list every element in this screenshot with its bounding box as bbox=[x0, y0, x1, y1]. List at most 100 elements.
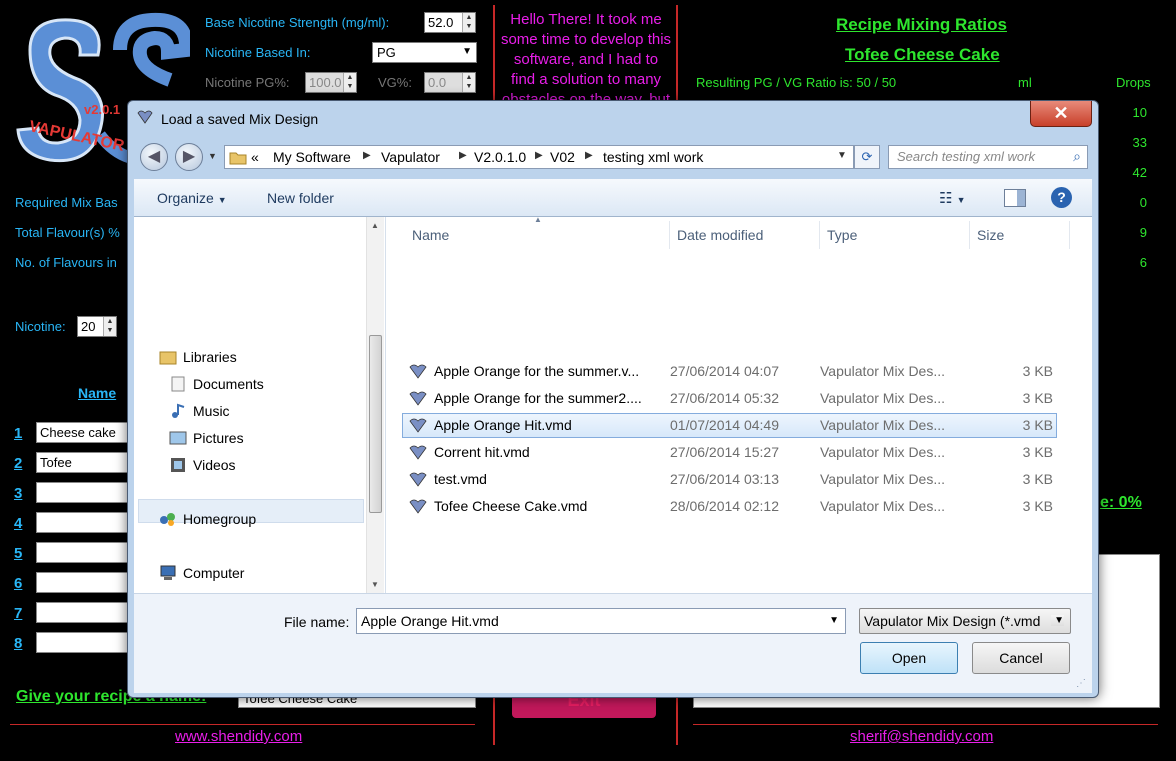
flavour-name-input[interactable]: Tofee bbox=[36, 452, 132, 473]
file-row[interactable]: test.vmd 27/06/2014 03:13 Vapulator Mix … bbox=[402, 467, 1057, 492]
chevron-down-icon[interactable]: ▼ bbox=[829, 615, 839, 626]
flavour-name-input[interactable] bbox=[36, 572, 132, 593]
flavour-name-input[interactable] bbox=[36, 542, 132, 563]
cancel-button[interactable]: Cancel bbox=[972, 642, 1070, 674]
column-header-size[interactable]: Size bbox=[977, 227, 1004, 243]
chevron-right-icon[interactable]: ▶ bbox=[585, 150, 593, 161]
organize-button[interactable]: Organize ▼ bbox=[157, 190, 227, 206]
flavour-name-input[interactable]: Cheese cake bbox=[36, 422, 132, 443]
scroll-up-icon[interactable]: ▲ bbox=[371, 221, 379, 230]
nicotine-based-select[interactable]: PG ▼ bbox=[372, 42, 477, 63]
folder-icon bbox=[229, 152, 247, 165]
chevron-down-icon: ▼ bbox=[1051, 615, 1064, 626]
preview-pane-icon[interactable] bbox=[1004, 189, 1026, 207]
view-options-icon[interactable]: ☷ ▼ bbox=[939, 189, 966, 207]
nicotine-based-label: Nicotine Based In: bbox=[205, 45, 311, 60]
nav-item-libraries[interactable]: Libraries bbox=[159, 349, 237, 365]
column-divider[interactable] bbox=[669, 221, 670, 249]
stepper-arrows-icon[interactable]: ▲ ▼ bbox=[343, 73, 356, 92]
file-size: 3 KB bbox=[1022, 498, 1053, 514]
nav-item-pictures[interactable]: Pictures bbox=[169, 430, 244, 446]
drops-value: 33 bbox=[1132, 135, 1147, 150]
breadcrumb-item[interactable]: Vapulator bbox=[381, 149, 440, 165]
breadcrumb-item[interactable]: testing xml work bbox=[603, 149, 703, 165]
stepper-arrows-icon[interactable]: ▲ ▼ bbox=[103, 317, 116, 336]
refresh-icon[interactable]: ⟳ bbox=[854, 145, 880, 169]
close-button[interactable]: ✕ bbox=[1030, 101, 1092, 127]
file-name: Apple Orange Hit.vmd bbox=[434, 417, 572, 433]
help-icon[interactable]: ? bbox=[1051, 187, 1072, 208]
flavour-name-input[interactable] bbox=[36, 602, 132, 623]
libraries-icon bbox=[159, 351, 177, 365]
chevron-right-icon[interactable]: ▶ bbox=[363, 150, 371, 161]
file-type-select[interactable]: Vapulator Mix Design (*.vmd ▼ bbox=[859, 608, 1071, 634]
breadcrumb-item[interactable]: V02 bbox=[550, 149, 575, 165]
column-divider[interactable] bbox=[1069, 221, 1070, 249]
nav-item-documents[interactable]: Documents bbox=[169, 376, 264, 392]
file-name: Corrent hit.vmd bbox=[434, 444, 530, 460]
chevron-right-icon[interactable]: ▶ bbox=[459, 150, 467, 161]
flavour-name-input[interactable] bbox=[36, 512, 132, 533]
nav-item-videos[interactable]: Videos bbox=[169, 457, 236, 473]
flavour-row-number: 3 bbox=[14, 485, 23, 502]
file-row[interactable]: Corrent hit.vmd 27/06/2014 15:27 Vapulat… bbox=[402, 440, 1057, 465]
drops-value: 42 bbox=[1132, 165, 1147, 180]
chevron-right-icon[interactable]: ▶ bbox=[535, 150, 543, 161]
file-row[interactable]: Tofee Cheese Cake.vmd 28/06/2014 02:12 V… bbox=[402, 494, 1057, 519]
nav-item-homegroup[interactable]: Homegroup bbox=[159, 511, 256, 527]
open-button[interactable]: Open bbox=[860, 642, 958, 674]
new-folder-button[interactable]: New folder bbox=[267, 190, 334, 206]
file-row-selected[interactable]: Apple Orange Hit.vmd 01/07/2014 04:49 Va… bbox=[402, 413, 1057, 438]
file-date: 28/06/2014 02:12 bbox=[670, 498, 779, 514]
scroll-down-icon[interactable]: ▼ bbox=[371, 580, 379, 589]
email-link[interactable]: sherif@shendidy.com bbox=[850, 728, 993, 745]
website-link[interactable]: www.shendidy.com bbox=[175, 728, 302, 745]
stepper-arrows-icon[interactable]: ▲ ▼ bbox=[462, 73, 475, 92]
column-header-name[interactable]: Name bbox=[412, 227, 449, 243]
address-bar[interactable]: « My Software ▶ Vapulator ▶ V2.0.1.0 ▶ V… bbox=[224, 145, 854, 169]
file-size: 3 KB bbox=[1022, 444, 1053, 460]
nav-item-computer[interactable]: Computer bbox=[159, 565, 244, 581]
column-divider[interactable] bbox=[969, 221, 970, 249]
stepper-arrows-icon[interactable]: ▲ ▼ bbox=[462, 13, 475, 32]
file-date: 27/06/2014 04:07 bbox=[670, 363, 779, 379]
flavour-row-number: 6 bbox=[14, 575, 23, 592]
nicotine-pg-stepper[interactable]: 100.0 ▲ ▼ bbox=[305, 72, 357, 93]
column-header-type[interactable]: Type bbox=[827, 227, 857, 243]
file-row[interactable]: Apple Orange for the summer2.... 27/06/2… bbox=[402, 386, 1057, 411]
nicotine-stepper[interactable]: 20 ▲ ▼ bbox=[77, 316, 117, 337]
drops-value: 9 bbox=[1139, 225, 1147, 240]
vg-label: VG%: bbox=[378, 75, 412, 90]
column-divider[interactable] bbox=[819, 221, 820, 249]
base-nicotine-stepper[interactable]: 52.0 ▲ ▼ bbox=[424, 12, 476, 33]
file-name: Tofee Cheese Cake.vmd bbox=[434, 498, 588, 514]
percent-text: e: 0% bbox=[1100, 494, 1142, 511]
file-date: 27/06/2014 05:32 bbox=[670, 390, 779, 406]
resize-grip-icon[interactable]: ⋰ bbox=[1076, 678, 1086, 689]
column-header-date[interactable]: Date modified bbox=[677, 227, 763, 243]
file-name-input[interactable]: Apple Orange Hit.vmd ▼ bbox=[356, 608, 846, 634]
flavour-row-number: 5 bbox=[14, 545, 23, 562]
vg-stepper[interactable]: 0.0 ▲ ▼ bbox=[424, 72, 476, 93]
recent-pages-chevron-icon[interactable]: ▼ bbox=[208, 151, 217, 161]
flavour-name-input[interactable] bbox=[36, 482, 132, 503]
scroll-thumb[interactable] bbox=[369, 335, 382, 513]
nav-scrollbar[interactable]: ▲ ▼ bbox=[366, 217, 384, 593]
flavour-name-input[interactable] bbox=[36, 632, 132, 653]
flavour-row-number: 8 bbox=[14, 635, 23, 652]
back-arrow-icon[interactable]: ◀ bbox=[140, 143, 168, 171]
vmd-file-icon bbox=[409, 418, 427, 433]
required-mix-label: Required Mix Bas bbox=[15, 195, 118, 210]
file-row[interactable]: Apple Orange for the summer.v... 27/06/2… bbox=[402, 359, 1057, 384]
forward-arrow-icon[interactable]: ▶ bbox=[175, 143, 203, 171]
breadcrumb-item[interactable]: My Software bbox=[273, 149, 351, 165]
file-size: 3 KB bbox=[1022, 363, 1053, 379]
vmd-file-icon bbox=[409, 472, 427, 487]
base-nicotine-label: Base Nicotine Strength (mg/ml): bbox=[205, 15, 390, 30]
dialog-body: Libraries Documents Music Pictures Video… bbox=[134, 215, 1092, 593]
chevron-down-icon[interactable]: ▼ bbox=[837, 150, 847, 161]
breadcrumb-item[interactable]: V2.0.1.0 bbox=[474, 149, 526, 165]
breadcrumb-overflow[interactable]: « bbox=[251, 149, 259, 165]
search-input[interactable]: Search testing xml work ⌕ bbox=[888, 145, 1088, 169]
nav-item-music[interactable]: Music bbox=[169, 403, 230, 419]
